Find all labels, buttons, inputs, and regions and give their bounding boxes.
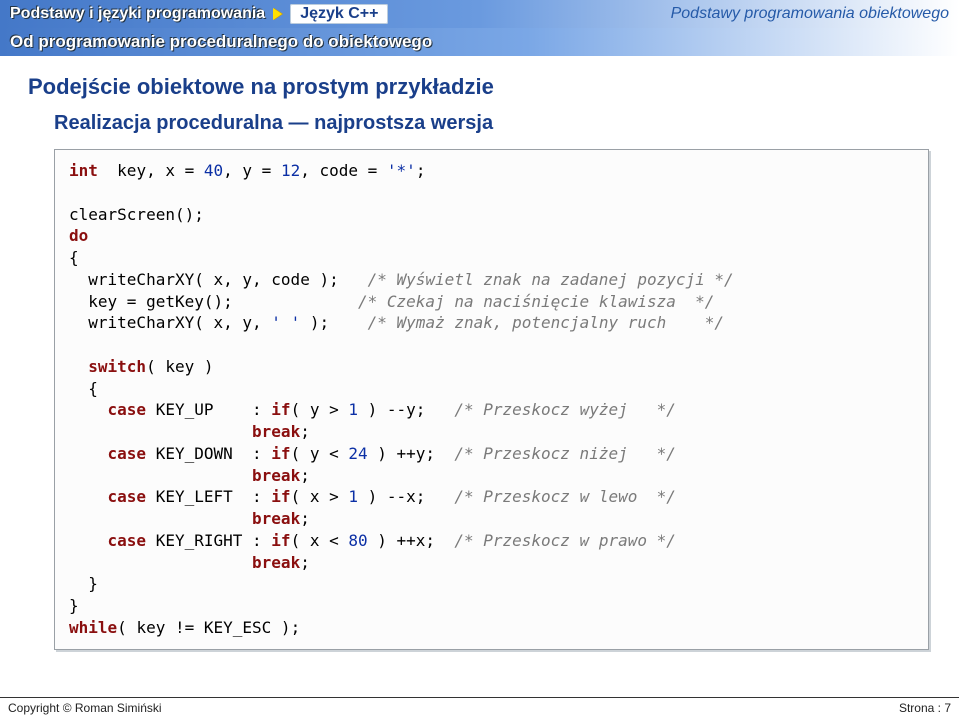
clearscreen-call: clearScreen(); xyxy=(69,205,204,224)
kw-break-4: break xyxy=(252,553,300,572)
language-badge: Język C++ xyxy=(290,4,388,24)
sp2 xyxy=(69,466,252,485)
kw-case-down: case xyxy=(108,444,147,463)
num-12: 12 xyxy=(281,161,300,180)
writecharxy-2a: writeCharXY( x, y, xyxy=(69,313,271,332)
semi-b3: ; xyxy=(300,509,310,528)
case-up-label: KEY_UP : xyxy=(146,400,271,419)
dn-c2: ) ++y; xyxy=(368,444,435,463)
char-space: ' ' xyxy=(271,313,300,332)
breadcrumb-left: Podstawy i języki programowania Język C+… xyxy=(10,4,388,24)
footer-page: Strona : 7 xyxy=(899,701,951,715)
kw-int: int xyxy=(69,161,98,180)
up-c2: ) --y; xyxy=(358,400,425,419)
kw-case-right: case xyxy=(108,531,147,550)
code-listing: int key, x = 40, y = 12, code = '*'; cle… xyxy=(54,149,929,650)
case-left-label: KEY_LEFT : xyxy=(146,487,271,506)
section-title: Od programowanie proceduralnego do obiek… xyxy=(10,32,432,52)
arrow-right-icon xyxy=(273,8,282,20)
kw-if-up: if xyxy=(271,400,290,419)
sp3 xyxy=(69,509,252,528)
n80: 80 xyxy=(348,531,367,550)
kw-if-left: if xyxy=(271,487,290,506)
page-subtitle: Realizacja proceduralna — najprostsza we… xyxy=(54,112,931,135)
page-title: Podejście obiektowe na prostym przykładz… xyxy=(28,74,931,100)
section-bar: Od programowanie proceduralnego do obiek… xyxy=(0,28,959,56)
case-down-label: KEY_DOWN : xyxy=(146,444,271,463)
kw-if-down: if xyxy=(271,444,290,463)
semi: ; xyxy=(416,161,426,180)
char-star: '*' xyxy=(387,161,416,180)
sp1 xyxy=(69,422,252,441)
semi-b1: ; xyxy=(300,422,310,441)
switch-tail: ( key ) xyxy=(146,357,213,376)
lf-c2: ) --x; xyxy=(358,487,425,506)
num-40: 40 xyxy=(204,161,223,180)
cmt-right: /* Przeskocz w prawo */ xyxy=(435,531,676,550)
sp4 xyxy=(69,553,252,572)
n1a: 1 xyxy=(348,400,358,419)
lbrace2: { xyxy=(88,379,98,398)
lf-c1: ( x > xyxy=(291,487,349,506)
kw-while: while xyxy=(69,618,117,637)
decl-end: , code = xyxy=(300,161,387,180)
semi-b2: ; xyxy=(300,466,310,485)
kw-break-1: break xyxy=(252,422,300,441)
writecharxy-1: writeCharXY( x, y, code ); xyxy=(69,270,339,289)
lbrace1: { xyxy=(69,248,79,267)
content-area: Podejście obiektowe na prostym przykładz… xyxy=(0,56,959,650)
n24: 24 xyxy=(348,444,367,463)
cmt-3: /* Wymaż znak, potencjalny ruch */ xyxy=(329,313,724,332)
getkey-call: key = getKey(); xyxy=(69,292,233,311)
cmt-up: /* Przeskocz wyżej */ xyxy=(425,400,675,419)
kw-case-up: case xyxy=(108,400,147,419)
semi-b4: ; xyxy=(300,553,310,572)
cmt-1: /* Wyświetl znak na zadanej pozycji */ xyxy=(339,270,734,289)
footer-copyright: Copyright © Roman Simiński xyxy=(8,701,162,715)
kw-break-2: break xyxy=(252,466,300,485)
kw-do: do xyxy=(69,226,88,245)
case-right-label: KEY_RIGHT : xyxy=(146,531,271,550)
decl: key, x = xyxy=(98,161,204,180)
kw-break-3: break xyxy=(252,509,300,528)
kw-switch: switch xyxy=(88,357,146,376)
breadcrumb-bar: Podstawy i języki programowania Język C+… xyxy=(0,0,959,28)
dn-c1: ( y < xyxy=(291,444,349,463)
cmt-left: /* Przeskocz w lewo */ xyxy=(425,487,675,506)
cmt-down: /* Przeskocz niżej */ xyxy=(435,444,676,463)
n1b: 1 xyxy=(348,487,358,506)
cmt-2: /* Czekaj na naciśnięcie klawisza */ xyxy=(233,292,715,311)
rt-c2: ) ++x; xyxy=(368,531,435,550)
topic-title: Podstawy programowania obiektowego xyxy=(671,5,949,23)
while-tail: ( key != KEY_ESC ); xyxy=(117,618,300,637)
kw-case-left: case xyxy=(108,487,147,506)
rt-c1: ( x < xyxy=(291,531,349,550)
kw-if-right: if xyxy=(271,531,290,550)
rbrace1: } xyxy=(69,596,79,615)
page-footer: Copyright © Roman Simiński Strona : 7 xyxy=(0,697,959,719)
rbrace2: } xyxy=(88,574,98,593)
writecharxy-2b: ); xyxy=(300,313,329,332)
decl-mid: , y = xyxy=(223,161,281,180)
breadcrumb-text: Podstawy i języki programowania xyxy=(10,5,265,23)
up-c1: ( y > xyxy=(291,400,349,419)
